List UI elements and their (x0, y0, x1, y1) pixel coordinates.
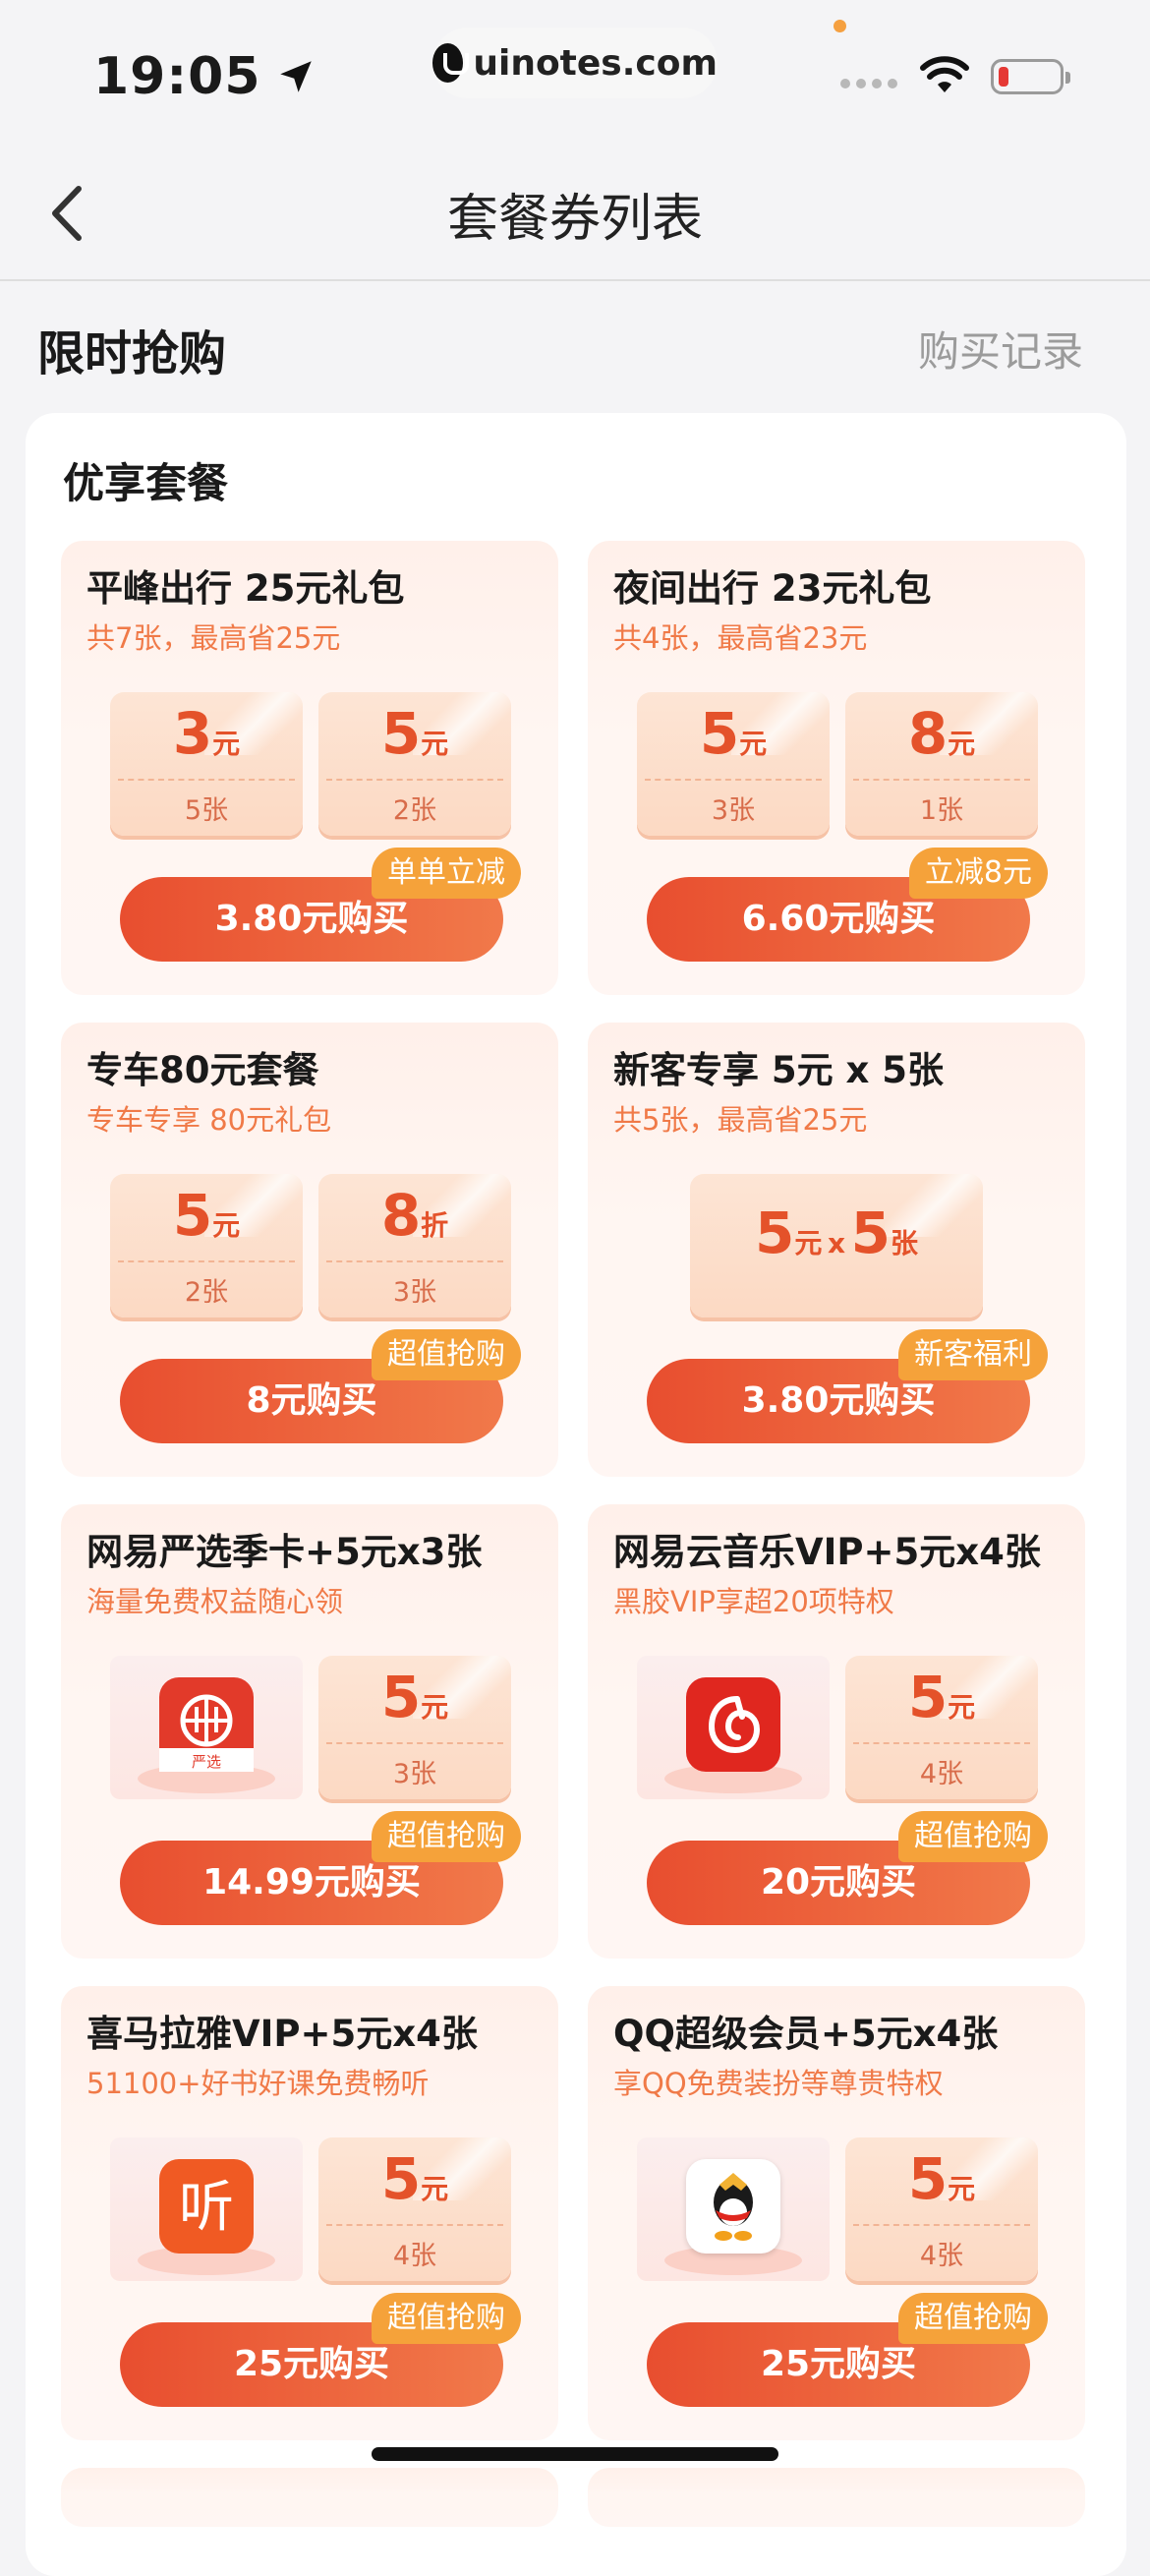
package-card[interactable]: 新客专享 5元 x 5张 共5张，最高省25元 5元 x 5张 3.80元购买 … (588, 1023, 1085, 1477)
promo-badge: 新客福利 (898, 1329, 1048, 1380)
card-subtitle: 共7张，最高省25元 (86, 621, 341, 655)
coupon: 8元 1张 (845, 692, 1038, 836)
svg-text:严选: 严选 (192, 1753, 221, 1771)
product-image (637, 2137, 830, 2281)
coupon: 5元 3张 (637, 692, 830, 836)
coupon: 5元 4张 (845, 2137, 1038, 2281)
navigation-bar: 套餐券列表 (0, 147, 1150, 281)
product-image (637, 1656, 830, 1799)
card-title: 喜马拉雅VIP+5元x4张 (86, 2013, 478, 2055)
package-card[interactable] (61, 2468, 558, 2527)
card-subtitle: 共4张，最高省23元 (613, 621, 868, 655)
card-subtitle: 专车专享 80元礼包 (86, 1103, 332, 1137)
product-image: 严选 (110, 1656, 303, 1799)
page-title: 套餐券列表 (446, 190, 703, 249)
coupon: 5元 2张 (318, 692, 511, 836)
coupon: 8折 3张 (318, 1174, 511, 1317)
package-card[interactable]: 网易严选季卡+5元x3张 海量免费权益随心领 严选 5元 3张 14.99元购买… (61, 1504, 558, 1959)
ximalaya-app-icon: 听 (159, 2159, 254, 2254)
card-title: QQ超级会员+5元x4张 (613, 2013, 999, 2055)
card-title: 专车80元套餐 (86, 1049, 319, 1091)
package-card[interactable]: 夜间出行 23元礼包 共4张，最高省23元 5元 3张 8元 1张 6.60元购… (588, 541, 1085, 995)
card-title: 夜间出行 23元礼包 (613, 567, 932, 610)
package-card[interactable]: 专车80元套餐 专车专享 80元礼包 5元 2张 8折 3张 8元购买 超值抢购 (61, 1023, 558, 1477)
promo-badge: 超值抢购 (898, 2293, 1048, 2344)
card-title: 网易严选季卡+5元x3张 (86, 1531, 483, 1573)
site-logo-icon (432, 43, 470, 83)
location-arrow-icon (279, 61, 312, 92)
package-panel: 优享套餐 平峰出行 25元礼包 共7张，最高省25元 3元 5张 5元 2张 3… (26, 413, 1126, 2576)
wifi-icon (920, 56, 969, 92)
promo-badge: 超值抢购 (898, 1811, 1048, 1862)
package-card[interactable] (588, 2468, 1085, 2527)
promo-badge: 超值抢购 (372, 1329, 521, 1380)
package-card[interactable]: QQ超级会员+5元x4张 享QQ免费装扮等尊贵特权 5元 4张 25元购买 超值… (588, 1986, 1085, 2440)
battery-icon (991, 59, 1070, 94)
svg-text:听: 听 (179, 2176, 234, 2240)
coupon: 3元 5张 (110, 692, 303, 836)
yanxuan-app-icon: 严选 (159, 1677, 254, 1772)
clock: 19:05 (93, 47, 316, 106)
card-title: 平峰出行 25元礼包 (86, 567, 405, 610)
promo-badge: 单单立减 (372, 848, 521, 899)
section-header: 限时抢购 购买记录 (0, 281, 1150, 395)
section-title: 限时抢购 (37, 326, 227, 381)
netease-music-app-icon (686, 1677, 780, 1772)
cellular-signal-icon (840, 79, 897, 88)
promo-badge: 立减8元 (908, 848, 1048, 899)
package-card[interactable]: 喜马拉雅VIP+5元x4张 51100+好书好课免费畅听 听 5元 4张 25元… (61, 1986, 558, 2440)
privacy-indicator-dot (834, 20, 846, 32)
coupon: 5元 2张 (110, 1174, 303, 1317)
status-bar: 19:05 uinotes.com (0, 0, 1150, 147)
card-subtitle: 享QQ免费装扮等尊贵特权 (613, 2067, 944, 2100)
promo-badge: 超值抢购 (372, 1811, 521, 1862)
card-subtitle: 海量免费权益随心领 (86, 1585, 344, 1618)
coupon: 5元 4张 (318, 2137, 511, 2281)
qq-app-icon (686, 2159, 780, 2254)
package-card[interactable]: 平峰出行 25元礼包 共7张，最高省25元 3元 5张 5元 2张 3.80元购… (61, 541, 558, 995)
purchase-history-link[interactable]: 购买记录 (918, 319, 1083, 379)
coupon: 5元 x 5张 (690, 1174, 983, 1317)
card-title: 网易云音乐VIP+5元x4张 (613, 1531, 1041, 1573)
coupon: 5元 3张 (318, 1656, 511, 1799)
card-title: 新客专享 5元 x 5张 (613, 1049, 944, 1091)
url-pill[interactable]: uinotes.com (432, 28, 718, 98)
product-image: 听 (110, 2137, 303, 2281)
package-card[interactable]: 网易云音乐VIP+5元x4张 黑胶VIP享超20项特权 5元 4张 20元购买 … (588, 1504, 1085, 1959)
promo-badge: 超值抢购 (372, 2293, 521, 2344)
panel-title: 优享套餐 (63, 459, 229, 507)
coupon: 5元 4张 (845, 1656, 1038, 1799)
card-subtitle: 51100+好书好课免费畅听 (86, 2067, 430, 2100)
card-subtitle: 共5张，最高省25元 (613, 1103, 868, 1137)
home-indicator[interactable] (372, 2447, 778, 2461)
card-subtitle: 黑胶VIP享超20项特权 (613, 1585, 894, 1618)
